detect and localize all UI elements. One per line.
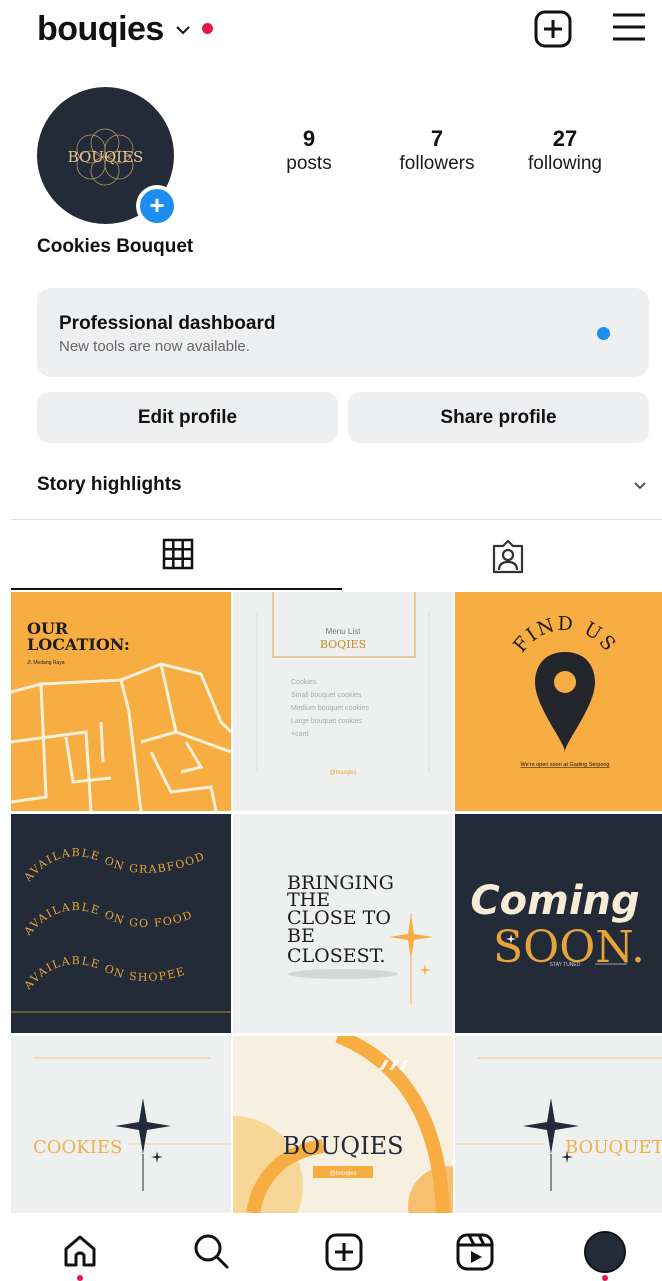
svg-text:BOUQIES: BOUQIES <box>68 148 144 166</box>
bottom-navigation <box>0 1213 662 1281</box>
svg-text:Large bouquet cookies: Large bouquet cookies <box>291 718 362 725</box>
hamburger-menu-icon[interactable] <box>612 12 646 42</box>
stat-posts[interactable]: 9 posts <box>249 126 369 176</box>
svg-text:Jl. Medang Raya: Jl. Medang Raya <box>27 660 65 666</box>
profile-avatar-icon[interactable] <box>584 1231 626 1273</box>
post-tile-coming-soon[interactable]: Coming SOON. STAY TUNED <box>455 814 662 1033</box>
followers-label: followers <box>399 153 475 174</box>
plus-square-icon[interactable] <box>325 1233 363 1271</box>
svg-text:BOQIES: BOQIES <box>320 638 366 651</box>
reels-icon[interactable] <box>456 1233 494 1271</box>
svg-text:@bouqies: @bouqies <box>329 770 356 776</box>
post-tile-location[interactable]: OUR LOCATION: Jl. Medang Raya <box>11 592 231 811</box>
svg-text:BOUQUET: BOUQUET <box>565 1137 662 1158</box>
chevron-down-icon[interactable] <box>633 481 647 491</box>
professional-dashboard-card[interactable]: Professional dashboard New tools are now… <box>37 288 649 377</box>
svg-text:Cookies: Cookies <box>291 679 317 686</box>
home-notification-dot <box>77 1275 83 1281</box>
stat-followers[interactable]: 7 followers <box>377 126 497 176</box>
share-profile-button[interactable]: Share profile <box>348 392 649 443</box>
dashboard-subtitle: New tools are now available. <box>59 338 250 355</box>
notification-dot <box>202 23 213 34</box>
add-story-button[interactable]: + <box>136 185 178 227</box>
svg-text:LOCATION:: LOCATION: <box>27 635 130 654</box>
tab-tagged[interactable] <box>342 520 662 590</box>
tagged-person-icon <box>492 539 524 574</box>
svg-text:+card: +card <box>291 731 309 738</box>
posts-label: posts <box>286 153 332 174</box>
svg-text:COOKIES: COOKIES <box>33 1137 122 1158</box>
svg-text:STAY TUNED: STAY TUNED <box>550 962 581 968</box>
post-tile-bouquet[interactable]: BOUQUET <box>455 1036 662 1213</box>
following-label: following <box>528 153 602 174</box>
post-tile-available[interactable]: AVAILABLE ON GRABFOOD AVAILABLE ON GO FO… <box>11 814 231 1033</box>
post-tile-menu[interactable]: Menu List BOQIES Cookies Small bouquet c… <box>233 592 453 811</box>
followers-count: 7 <box>430 126 444 151</box>
svg-text:CLOSEST.: CLOSEST. <box>287 945 386 967</box>
plus-icon: + <box>140 189 174 223</box>
search-icon[interactable] <box>193 1233 229 1269</box>
home-icon[interactable] <box>62 1233 98 1269</box>
profile-notification-dot <box>602 1275 608 1281</box>
profile-display-name: Cookies Bouquet <box>37 236 194 257</box>
new-indicator-dot <box>597 327 610 340</box>
svg-text:Small bouquet cookies: Small bouquet cookies <box>291 692 362 699</box>
svg-text:Coming: Coming <box>470 878 639 924</box>
post-tile-bouqies[interactable]: BOUQIES @bouqies <box>233 1036 453 1213</box>
post-tile-find-us[interactable]: FIND US We're open soon at Gading Serpon… <box>455 592 662 811</box>
posts-count: 9 <box>302 126 316 151</box>
post-tile-bringing[interactable]: BRINGING THE CLOSE TO BE CLOSEST. <box>233 814 453 1033</box>
account-username[interactable]: bouqies <box>37 10 164 49</box>
svg-text:@bouqies: @bouqies <box>329 1171 356 1177</box>
dashboard-title: Professional dashboard <box>59 313 276 334</box>
edit-profile-button[interactable]: Edit profile <box>37 392 338 443</box>
svg-text:We're open soon at Gading Serp: We're open soon at Gading Serpong <box>520 762 609 768</box>
following-count: 27 <box>552 126 578 151</box>
post-tile-cookies[interactable]: COOKIES <box>11 1036 231 1213</box>
svg-text:BE: BE <box>287 925 315 947</box>
tab-posts-grid[interactable] <box>11 520 342 590</box>
svg-text:BOUQIES: BOUQIES <box>282 1132 403 1160</box>
svg-text:Medium bouquet cookies: Medium bouquet cookies <box>291 705 369 712</box>
plus-square-icon[interactable] <box>534 10 572 48</box>
svg-text:Menu List: Menu List <box>326 627 361 636</box>
chevron-down-icon[interactable] <box>175 24 191 36</box>
story-highlights-toggle[interactable]: Story highlights <box>37 474 182 496</box>
grid-icon <box>162 538 194 570</box>
top-header: bouqies <box>0 0 662 62</box>
stat-following[interactable]: 27 following <box>505 126 625 176</box>
